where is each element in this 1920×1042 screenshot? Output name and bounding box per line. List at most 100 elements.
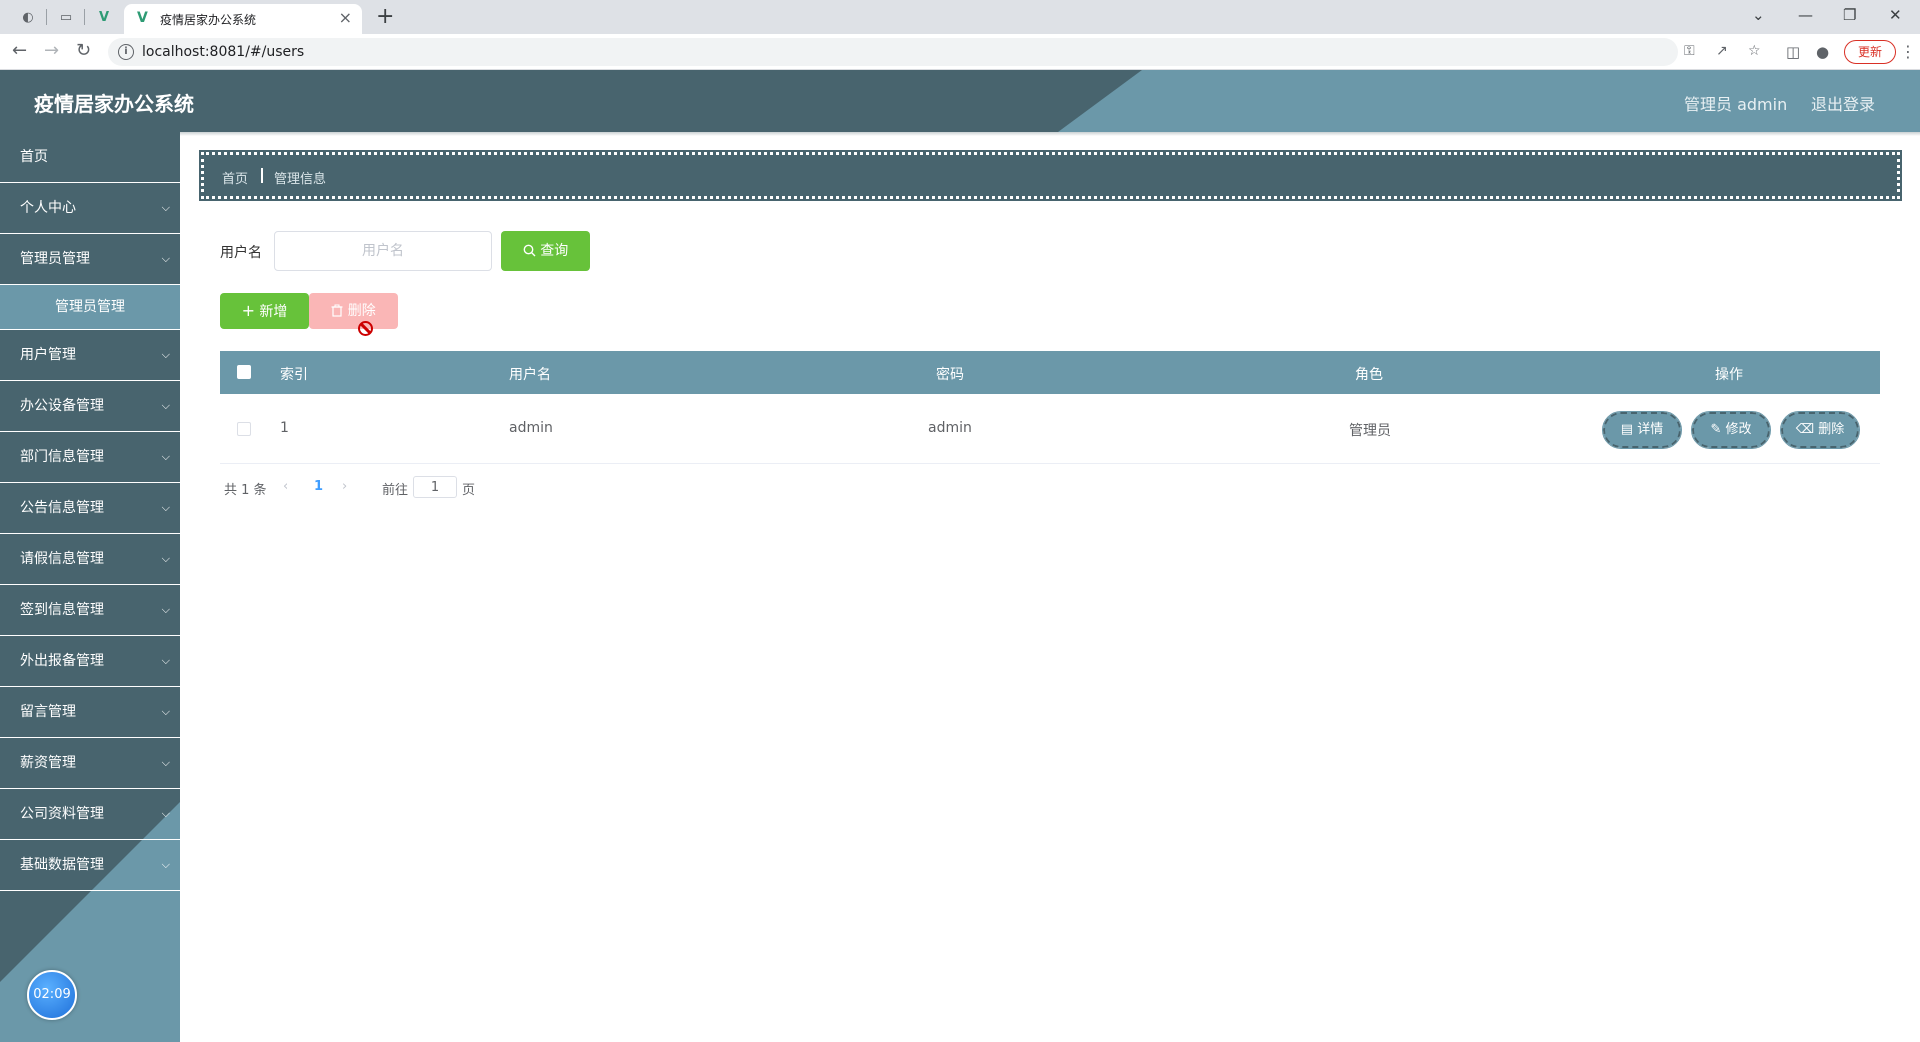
side-panel-icon[interactable]: ◫ [1786,43,1800,61]
cell-index: 1 [280,420,289,436]
add-button-label: 新增 [259,304,288,320]
sidebar-item[interactable]: 公告信息管理 ⌵ [0,483,180,534]
prev-page-icon[interactable]: ‹ [283,479,288,494]
table-header: 索引 用户名 密码 角色 操作 [220,351,1880,394]
batch-delete-button[interactable]: 删除 [309,293,398,329]
app-title: 疫情居家办公系统 [34,92,194,116]
current-user: 管理员 admin [1684,95,1788,114]
breadcrumb: 首页 管理信息 [199,150,1902,201]
new-tab-icon[interactable]: + [376,4,394,30]
sidebar-subitem[interactable]: 管理员管理 [0,285,180,330]
site-info-icon[interactable]: i [118,44,134,60]
chevron-down-icon: ⌵ [161,252,170,265]
key-icon[interactable]: ⚿ [1684,43,1695,59]
not-allowed-cursor-icon [358,321,373,336]
chevron-down-icon: ⌵ [161,603,170,616]
col-password: 密码 [936,367,964,383]
sidebar-item-label: 公告信息管理 [20,500,104,516]
vue-tab-icon[interactable]: V [94,7,114,27]
username-search-label: 用户名 [220,245,262,261]
bookmark-star-icon[interactable]: ☆ [1748,43,1761,59]
cell-password: admin [928,420,972,436]
edit-pencil-icon: ✎ [1710,422,1722,437]
goto-page-input[interactable] [413,476,457,498]
sidebar-item[interactable]: 部门信息管理 ⌵ [0,432,180,483]
detail-button[interactable]: ▤ 详情 [1602,411,1682,449]
row-checkbox[interactable] [237,422,251,436]
sidebar-item[interactable]: 薪资管理 ⌵ [0,738,180,789]
chevron-down-icon: ⌵ [161,399,170,412]
address-bar[interactable]: i localhost:8081/#/users ⚿ ↗ ☆ [108,38,1761,66]
select-all-checkbox[interactable] [237,365,251,379]
document-icon: ▤ [1620,422,1634,437]
next-page-icon[interactable]: › [342,479,347,494]
add-button[interactable]: + 新增 [220,293,309,329]
sidebar-item[interactable]: 办公设备管理 ⌵ [0,381,180,432]
sidebar-item[interactable]: 留言管理 ⌵ [0,687,180,738]
breadcrumb-current: 管理信息 [274,172,327,187]
sidebar-item-label: 用户管理 [20,347,76,363]
edit-button[interactable]: ✎ 修改 [1691,411,1771,449]
col-operations: 操作 [1715,367,1743,383]
chevron-down-icon: ⌵ [161,705,170,718]
sidebar-item[interactable]: 公司资料管理 ⌵ [0,789,180,840]
sidebar-item[interactable]: 管理员管理 ⌵ [0,234,180,285]
close-window-icon[interactable]: ✕ [1889,4,1902,26]
share-icon[interactable]: ↗ [1716,43,1728,59]
search-icon [523,244,536,257]
trash-icon: ⌫ [1795,422,1815,437]
sidebar-item-label: 基础数据管理 [20,857,104,873]
sidebar-item-label: 请假信息管理 [20,551,104,567]
chevron-down-icon: ⌵ [161,654,170,667]
col-role: 角色 [1355,367,1383,383]
chevron-down-icon: ⌵ [161,450,170,463]
logout-link[interactable]: 退出登录 [1811,91,1875,115]
browser-tab-bar: ◐ ▭ V V 疫情居家办公系统 × + ⌄ — ❐ ✕ [0,0,1920,34]
sidebar-item-label: 办公设备管理 [20,398,104,414]
page-number-current[interactable]: 1 [314,479,323,494]
clock-badge: 02:09 [27,970,77,1020]
sidebar-item-label: 首页 [20,149,48,165]
breadcrumb-home[interactable]: 首页 [222,168,248,187]
username-search-input[interactable] [274,231,492,271]
tab-search-chevron-icon[interactable]: ⌄ [1752,4,1765,26]
query-button[interactable]: 查询 [501,231,590,271]
app-header: 疫情居家办公系统 管理员 admin 退出登录 [0,70,1920,132]
sidebar-item[interactable]: 首页 [0,132,180,183]
sidebar-item[interactable]: 个人中心 ⌵ [0,183,180,234]
back-icon[interactable]: ← [12,41,27,61]
browser-toolbar: ← → ↻ i localhost:8081/#/users ⚿ ↗ ☆ ◫ ●… [0,34,1920,70]
forward-icon[interactable]: → [44,41,59,61]
detail-button-label: 详情 [1637,422,1664,437]
globe-icon[interactable]: ◐ [18,7,38,27]
close-tab-icon[interactable]: × [339,9,352,27]
sidebar-item[interactable]: 用户管理 ⌵ [0,330,180,381]
update-button[interactable]: 更新 [1844,40,1896,64]
sidebar-item-label: 签到信息管理 [20,602,104,618]
minimize-icon[interactable]: — [1798,4,1813,26]
chevron-down-icon: ⌵ [161,348,170,361]
sidebar-item-label: 留言管理 [20,704,76,720]
sidebar-item-label: 部门信息管理 [20,449,104,465]
url-text[interactable]: localhost:8081/#/users [142,44,304,60]
vue-favicon-icon: V [137,10,148,26]
sidebar-item[interactable]: 基础数据管理 ⌵ [0,840,180,891]
blank-tab-icon[interactable]: ▭ [56,7,76,27]
chevron-down-icon: ⌵ [161,756,170,769]
sidebar-item[interactable]: 签到信息管理 ⌵ [0,585,180,636]
sidebar-item[interactable]: 请假信息管理 ⌵ [0,534,180,585]
page-suffix: 页 [462,483,476,498]
col-index: 索引 [280,367,308,383]
reload-icon[interactable]: ↻ [76,41,91,61]
restore-icon[interactable]: ❐ [1843,4,1856,26]
profile-icon[interactable]: ● [1816,43,1829,61]
browser-tab-active[interactable]: V 疫情居家办公系统 × [124,4,362,34]
sidebar-item-label: 管理员管理 [55,299,125,315]
sidebar-menu: 首页个人中心 ⌵ 管理员管理 ⌵ 管理员管理用户管理 ⌵ 办公设备管理 ⌵ 部门信息管理 ⌵ 公告信… [0,132,180,891]
row-delete-button[interactable]: ⌫ 删除 [1780,411,1860,449]
pagination-total: 共 1 条 [224,483,267,498]
sidebar-item[interactable]: 外出报备管理 ⌵ [0,636,180,687]
header-decoration [1058,70,1920,132]
menu-kebab-icon[interactable]: ⋮ [1900,42,1916,61]
sidebar-item-label: 管理员管理 [20,251,90,267]
